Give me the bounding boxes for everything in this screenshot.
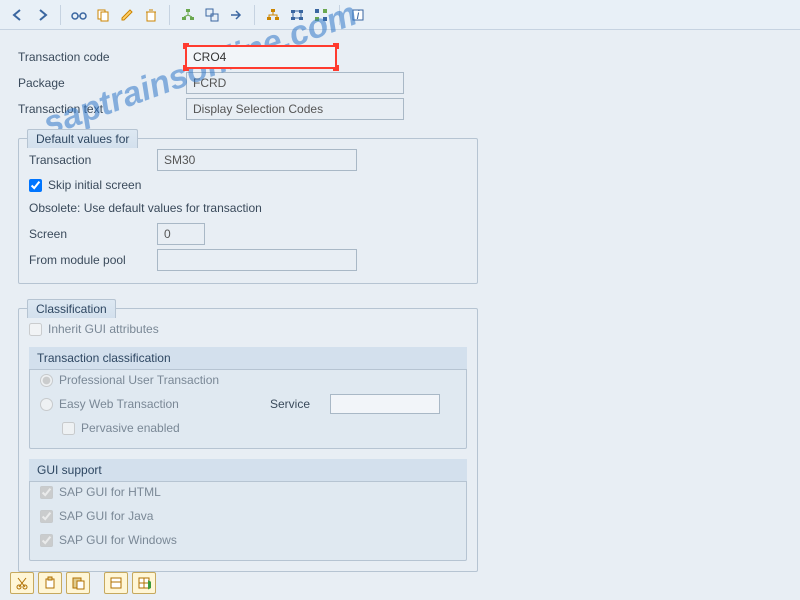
structure-3-icon[interactable] (311, 5, 331, 25)
service-input[interactable] (330, 394, 440, 414)
module-pool-label: From module pool (29, 253, 157, 267)
svg-text:▶: ▶ (148, 577, 151, 590)
service-label: Service (270, 397, 330, 411)
gui-java-checkbox (40, 510, 53, 523)
sap-gui-window: i saptrainsonline.com Transaction code P… (0, 0, 800, 600)
gui-html-checkbox (40, 486, 53, 499)
default-transaction-label: Transaction (29, 153, 157, 167)
obsolete-note: Obsolete: Use default values for transac… (29, 201, 467, 215)
easyweb-label: Easy Web Transaction (59, 397, 179, 411)
skip-initial-label: Skip initial screen (48, 178, 141, 192)
professional-label: Professional User Transaction (59, 373, 219, 387)
info-icon[interactable]: i (348, 5, 368, 25)
gui-java-label: SAP GUI for Java (59, 509, 153, 523)
inherit-checkbox (29, 323, 42, 336)
default-transaction-input[interactable] (157, 149, 357, 171)
defaults-group: Default values for Transaction Skip init… (18, 138, 478, 284)
layout-1-icon[interactable] (104, 572, 128, 594)
screen-input[interactable] (157, 223, 205, 245)
focus-corner-icon (183, 43, 189, 49)
transaction-code-wrap (186, 46, 336, 68)
tc-legend: Transaction classification (29, 347, 467, 370)
pervasive-checkbox (62, 422, 75, 435)
toolbar-separator (339, 5, 340, 25)
structure-1-icon[interactable] (263, 5, 283, 25)
gui-support-group: GUI support SAP GUI for HTML SAP GUI for… (29, 459, 467, 561)
transaction-code-label: Transaction code (18, 50, 186, 64)
classification-legend: Classification (27, 299, 116, 318)
module-pool-input[interactable] (157, 249, 357, 271)
transaction-classification-group: Transaction classification Professional … (29, 347, 467, 449)
forward-icon[interactable] (32, 5, 52, 25)
skip-initial-checkbox[interactable] (29, 179, 42, 192)
defaults-legend: Default values for (27, 129, 138, 148)
inherit-label: Inherit GUI attributes (48, 322, 159, 336)
gui-legend: GUI support (29, 459, 467, 482)
hierarchy-up-icon[interactable] (178, 5, 198, 25)
classification-group: Classification Inherit GUI attributes Tr… (18, 308, 478, 572)
paste-icon[interactable] (66, 572, 90, 594)
focus-corner-icon (333, 43, 339, 49)
pervasive-label: Pervasive enabled (81, 421, 180, 435)
copy-clipboard-icon[interactable] (38, 572, 62, 594)
transaction-code-input[interactable] (186, 46, 336, 68)
screen-label: Screen (29, 227, 157, 241)
transaction-text-input[interactable] (186, 98, 404, 120)
content-area: Transaction code Package Transaction tex… (0, 30, 800, 578)
svg-text:i: i (357, 8, 360, 22)
professional-radio (40, 374, 53, 387)
toolbar-separator (169, 5, 170, 25)
layout-2-icon[interactable]: ▶ (132, 572, 156, 594)
package-input[interactable] (186, 72, 404, 94)
gui-windows-label: SAP GUI for Windows (59, 533, 177, 547)
bottom-toolbar: ▶ (10, 572, 156, 594)
gui-windows-checkbox (40, 534, 53, 547)
gui-html-label: SAP GUI for HTML (59, 485, 161, 499)
focus-corner-icon (333, 65, 339, 71)
package-label: Package (18, 76, 186, 90)
application-toolbar: i (0, 0, 800, 30)
edit-icon[interactable] (117, 5, 137, 25)
focus-corner-icon (183, 65, 189, 71)
glasses-icon[interactable] (69, 5, 89, 25)
cascade-icon[interactable] (202, 5, 222, 25)
cut-icon[interactable] (10, 572, 34, 594)
copy-icon[interactable] (93, 5, 113, 25)
transaction-text-label: Transaction text (18, 102, 186, 116)
structure-2-icon[interactable] (287, 5, 307, 25)
arrow-right-icon[interactable] (226, 5, 246, 25)
delete-icon[interactable] (141, 5, 161, 25)
easyweb-radio (40, 398, 53, 411)
toolbar-separator (254, 5, 255, 25)
toolbar-separator (60, 5, 61, 25)
back-icon[interactable] (8, 5, 28, 25)
